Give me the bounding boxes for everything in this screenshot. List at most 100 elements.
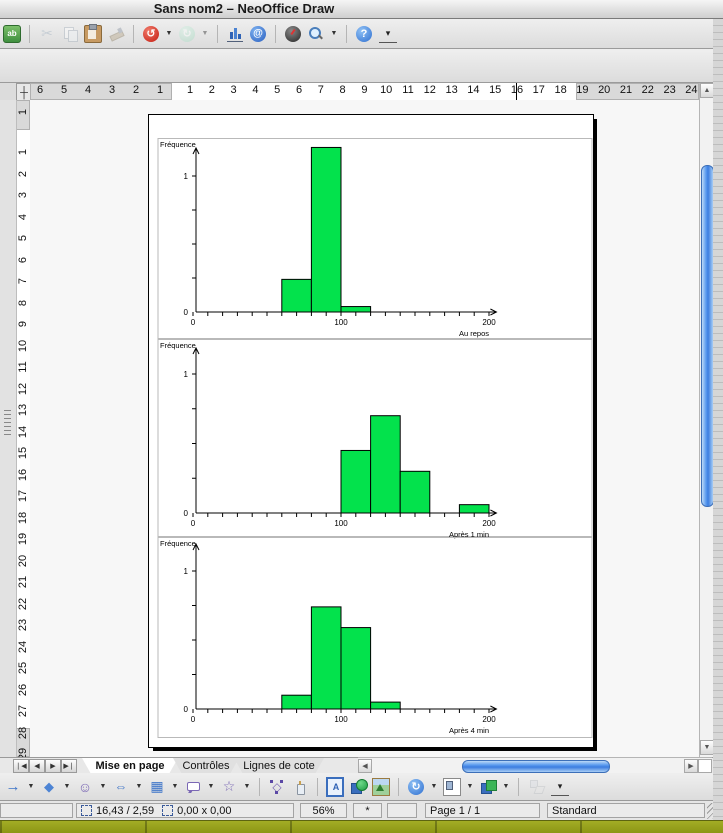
tab-lignes-de-cote[interactable]: Lignes de cote [234, 758, 324, 774]
navigator-glyph [285, 26, 301, 42]
histogram-bar[interactable] [311, 147, 341, 312]
toolbar-options-icon[interactable] [378, 25, 396, 43]
page-style[interactable]: Standard [547, 803, 705, 818]
scroll-right-icon[interactable]: ▶ [684, 759, 698, 773]
double-arrow-glyph [113, 779, 129, 795]
drawing-canvas[interactable]: Fréquence010100200Au reposFréquence01010… [30, 100, 699, 757]
scroll-down-icon[interactable]: ▼ [700, 740, 714, 755]
histogram-bar[interactable] [341, 450, 371, 513]
vruler-number: 16 [17, 464, 29, 486]
vruler-number: 18 [17, 507, 29, 529]
page-edge-marker [516, 83, 517, 100]
histogram-bar[interactable] [371, 702, 401, 709]
dropdown-caret-icon[interactable]: ▼ [171, 783, 179, 790]
histogram-svg: Fréquence010100200Au repos [149, 138, 593, 339]
smiley-icon[interactable] [76, 778, 94, 796]
scroll-up-icon[interactable]: ▲ [700, 83, 714, 98]
spellcheck-icon[interactable] [3, 25, 21, 43]
dropdown-caret-icon[interactable]: ▼ [430, 783, 438, 790]
fontwork-icon[interactable] [326, 778, 344, 796]
vertical-ruler[interactable]: 1123456789101112131415161718192021222324… [16, 100, 31, 757]
drawing-page[interactable]: Fréquence010100200Au reposFréquence01010… [148, 114, 594, 748]
cut-icon[interactable] [38, 25, 56, 43]
histogram-bar[interactable] [400, 471, 430, 513]
help-icon[interactable] [355, 25, 373, 43]
histogram-bar[interactable] [311, 607, 341, 709]
histogram-bar[interactable] [459, 505, 489, 513]
diamond-icon[interactable] [40, 778, 58, 796]
navigator-icon[interactable] [284, 25, 302, 43]
star-icon[interactable] [220, 778, 238, 796]
vruler-number: 29 [17, 743, 29, 757]
vruler-number: 28 [17, 722, 29, 744]
undo-icon[interactable] [142, 25, 160, 43]
scroll-left-icon[interactable]: ◀ [358, 759, 372, 773]
histogram-bar[interactable] [371, 416, 401, 513]
chart-apr-s-1-min[interactable]: Fréquence010100200Après 1 min [149, 339, 593, 537]
paintbrush-icon[interactable] [107, 25, 125, 43]
dropdown-caret-icon[interactable]: ▼ [207, 783, 215, 790]
arrow-icon[interactable] [4, 778, 22, 796]
arrange-icon[interactable] [479, 778, 497, 796]
chart-icon[interactable] [226, 25, 244, 43]
scrollbar-corner [698, 759, 712, 773]
first-page-icon[interactable]: ❘◀ [13, 759, 29, 773]
zoom-icon[interactable] [307, 25, 325, 43]
dropdown-caret-icon[interactable]: ▼ [466, 783, 474, 790]
chart-au-repos[interactable]: Fréquence010100200Au repos [149, 138, 593, 339]
toolbar-options-icon[interactable] [550, 778, 568, 796]
double-arrow-icon[interactable] [112, 778, 130, 796]
chart-apr-s-4-min[interactable]: Fréquence010100200Après 4 min [149, 537, 593, 738]
next-page-icon[interactable]: ▶ [45, 759, 61, 773]
tab-mise-en-page[interactable]: Mise en page [82, 758, 178, 774]
shapes-icon[interactable] [349, 778, 367, 796]
hruler-number: 3 [102, 84, 122, 96]
svg-text:0: 0 [191, 519, 196, 528]
horizontal-ruler[interactable]: 6543211234567891011121314151617181920212… [30, 83, 699, 101]
redo-glyph [179, 26, 195, 42]
dropdown-caret-icon[interactable]: ▼ [330, 30, 338, 37]
undo-glyph [143, 26, 159, 42]
histogram-bar[interactable] [282, 695, 312, 709]
tab-contr-les[interactable]: Contrôles [173, 758, 239, 774]
callout-icon[interactable] [184, 778, 202, 796]
modified-flag: * [353, 803, 382, 818]
dropdown-caret-icon[interactable]: ▼ [63, 783, 71, 790]
table-icon[interactable] [148, 778, 166, 796]
copy-icon[interactable] [61, 25, 79, 43]
image-icon[interactable] [372, 778, 390, 796]
title-bar[interactable]: Sans nom2 – NeoOffice Draw [0, 0, 723, 19]
last-page-icon[interactable]: ▶❘ [61, 759, 77, 773]
histogram-bar[interactable] [341, 628, 371, 709]
paste-icon[interactable] [84, 25, 102, 43]
splitter-grip[interactable] [4, 410, 11, 436]
svg-text:0: 0 [184, 509, 189, 518]
edit-points-icon[interactable] [268, 778, 286, 796]
svg-text:0: 0 [191, 715, 196, 724]
dropdown-caret-icon[interactable]: ▼ [27, 783, 35, 790]
dropdown-caret-icon[interactable]: ▼ [502, 783, 510, 790]
dropdown-caret-icon[interactable]: ▼ [99, 783, 107, 790]
extrusion-icon[interactable] [527, 778, 545, 796]
vertical-scrollbar[interactable]: ▲ ▼ [699, 83, 714, 772]
neooffice-draw-window: Sans nom2 – NeoOffice Draw ▼▼▼ 00cm ▲▼ N… [0, 0, 723, 833]
dropdown-caret-icon[interactable]: ▼ [243, 783, 251, 790]
zoom-level[interactable]: 56% [300, 803, 347, 818]
alignment-icon[interactable] [443, 778, 461, 796]
page-indicator[interactable]: Page 1 / 1 [425, 803, 540, 818]
horizontal-scrollbar[interactable]: ◀ ▶ [358, 757, 712, 774]
dropdown-caret-icon[interactable]: ▼ [165, 30, 173, 37]
horizontal-scroll-thumb[interactable] [462, 760, 610, 773]
histogram-svg: Fréquence010100200Après 4 min [149, 537, 593, 738]
dropdown-caret-icon[interactable]: ▼ [135, 783, 143, 790]
previous-page-icon[interactable]: ◀ [29, 759, 45, 773]
gluepoints-icon[interactable] [291, 778, 309, 796]
redo-icon[interactable] [178, 25, 196, 43]
dropdown-caret-icon[interactable]: ▼ [201, 30, 209, 37]
histogram-bar[interactable] [341, 307, 371, 312]
rotate-icon[interactable] [407, 778, 425, 796]
status-position-size[interactable]: 16,43 / 2,59 0,00 x 0,00 [76, 803, 294, 818]
hruler-number: 16 [507, 84, 527, 96]
histogram-bar[interactable] [282, 279, 312, 312]
gallery-at-icon[interactable] [249, 25, 267, 43]
